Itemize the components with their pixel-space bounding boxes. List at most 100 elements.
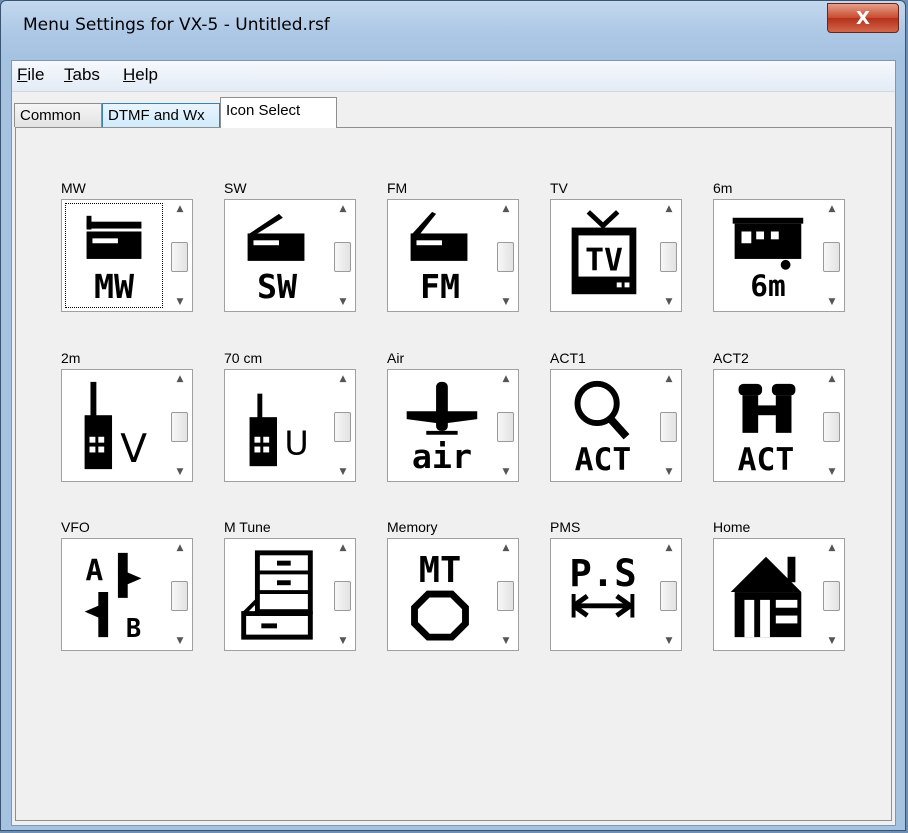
scrollbar[interactable]: ▲ ▼ [496,372,516,479]
scroll-thumb[interactable] [171,581,188,611]
memory-mt-icon[interactable]: MT [391,542,489,647]
scroll-thumb[interactable] [334,581,351,611]
scroll-down-icon[interactable]: ▼ [663,297,675,307]
tv-icon[interactable]: TV [554,203,652,308]
scroll-down-icon[interactable]: ▼ [500,467,512,477]
icon-spinner-act1[interactable]: ACT ▲ ▼ [550,369,682,482]
icon-spinner-sw[interactable]: SW ▲ ▼ [224,199,356,312]
icon-label-tv: TV [550,180,568,196]
radio-fm-icon[interactable]: FM [391,203,489,308]
icon-spinner-home[interactable]: ▲ ▼ [713,538,845,651]
scrollbar[interactable]: ▲ ▼ [170,372,190,479]
scroll-up-icon[interactable]: ▲ [500,543,512,553]
scrollbar[interactable]: ▲ ▼ [822,372,842,479]
scroll-up-icon[interactable]: ▲ [174,543,186,553]
scroll-down-icon[interactable]: ▼ [500,636,512,646]
scroll-up-icon[interactable]: ▲ [337,374,349,384]
handheld-v-icon[interactable]: V [65,373,163,478]
scrollbar[interactable]: ▲ ▼ [333,541,353,648]
scroll-down-icon[interactable]: ▼ [174,297,186,307]
scroll-up-icon[interactable]: ▲ [663,543,675,553]
scroll-thumb[interactable] [497,412,514,442]
icon-spinner-2m[interactable]: V ▲ ▼ [61,369,193,482]
binoculars-act-icon[interactable]: ACT [717,373,815,478]
scroll-up-icon[interactable]: ▲ [337,543,349,553]
radio-sw-icon[interactable]: SW [228,203,326,308]
icon-spinner-memory[interactable]: MT ▲ ▼ [387,538,519,651]
scroll-thumb[interactable] [334,242,351,272]
scroll-down-icon[interactable]: ▼ [500,297,512,307]
scrollbar[interactable]: ▲ ▼ [170,202,190,309]
scrollbar[interactable]: ▲ ▼ [333,202,353,309]
scroll-down-icon[interactable]: ▼ [663,467,675,477]
icon-spinner-air[interactable]: air ▲ ▼ [387,369,519,482]
radio-6m-icon[interactable]: 6m [717,203,815,308]
icon-spinner-70-cm[interactable]: U ▲ ▼ [224,369,356,482]
scroll-down-icon[interactable]: ▼ [826,467,838,477]
icon-spinner-act2[interactable]: ACT ▲ ▼ [713,369,845,482]
scroll-up-icon[interactable]: ▲ [174,374,186,384]
scroll-down-icon[interactable]: ▼ [337,636,349,646]
icon-spinner-m-tune[interactable]: ▲ ▼ [224,538,356,651]
scrollbar[interactable]: ▲ ▼ [822,541,842,648]
drawer-icon[interactable] [228,542,326,647]
tab-dtmf-and-wx[interactable]: DTMF and Wx [102,103,220,127]
vfo-ab-icon[interactable]: AB [65,542,163,647]
menu-help[interactable]: Help [123,65,158,85]
pms-icon[interactable]: P.S [554,542,652,647]
menu-tabs[interactable]: Tabs [64,65,100,85]
scrollbar[interactable]: ▲ ▼ [496,541,516,648]
scroll-down-icon[interactable]: ▼ [337,467,349,477]
scroll-up-icon[interactable]: ▲ [826,543,838,553]
scroll-thumb[interactable] [660,412,677,442]
scroll-thumb[interactable] [823,581,840,611]
svg-text:MW: MW [94,267,135,306]
scroll-down-icon[interactable]: ▼ [174,636,186,646]
scroll-down-icon[interactable]: ▼ [337,297,349,307]
scrollbar[interactable]: ▲ ▼ [822,202,842,309]
scroll-thumb[interactable] [171,242,188,272]
title-bar[interactable]: Menu Settings for VX-5 - Untitled.rsf X [1,1,905,57]
scroll-up-icon[interactable]: ▲ [826,374,838,384]
scroll-thumb[interactable] [171,412,188,442]
close-button[interactable]: X [827,3,899,33]
scrollbar[interactable]: ▲ ▼ [496,202,516,309]
magnifier-act-icon[interactable]: ACT [554,373,652,478]
scroll-up-icon[interactable]: ▲ [500,374,512,384]
scroll-up-icon[interactable]: ▲ [663,374,675,384]
tab-common[interactable]: Common [14,103,102,127]
scroll-thumb[interactable] [823,412,840,442]
house-icon[interactable] [717,542,815,647]
icon-spinner-pms[interactable]: P.S ▲ ▼ [550,538,682,651]
scroll-down-icon[interactable]: ▼ [663,636,675,646]
scroll-thumb[interactable] [660,242,677,272]
scroll-down-icon[interactable]: ▼ [174,467,186,477]
scroll-thumb[interactable] [823,242,840,272]
tab-icon-select[interactable]: Icon Select [220,97,337,128]
scroll-up-icon[interactable]: ▲ [500,204,512,214]
scroll-thumb[interactable] [334,412,351,442]
scrollbar[interactable]: ▲ ▼ [659,202,679,309]
icon-spinner-mw[interactable]: MW ▲ ▼ [61,199,193,312]
scroll-thumb[interactable] [660,581,677,611]
icon-spinner-fm[interactable]: FM ▲ ▼ [387,199,519,312]
scroll-up-icon[interactable]: ▲ [174,204,186,214]
handheld-u-icon[interactable]: U [228,373,326,478]
scroll-thumb[interactable] [497,242,514,272]
scrollbar[interactable]: ▲ ▼ [170,541,190,648]
menu-file[interactable]: File [17,65,44,85]
scrollbar[interactable]: ▲ ▼ [659,541,679,648]
scroll-thumb[interactable] [497,581,514,611]
scroll-up-icon[interactable]: ▲ [826,204,838,214]
scrollbar[interactable]: ▲ ▼ [659,372,679,479]
scroll-down-icon[interactable]: ▼ [826,636,838,646]
scroll-down-icon[interactable]: ▼ [826,297,838,307]
scroll-up-icon[interactable]: ▲ [337,204,349,214]
icon-spinner-6m[interactable]: 6m ▲ ▼ [713,199,845,312]
scrollbar[interactable]: ▲ ▼ [333,372,353,479]
icon-spinner-vfo[interactable]: A B ▲ ▼ [61,538,193,651]
radio-mw-icon[interactable]: MW [65,203,163,308]
airplane-icon[interactable]: air [391,373,489,478]
scroll-up-icon[interactable]: ▲ [663,204,675,214]
icon-spinner-tv[interactable]: TV ▲ ▼ [550,199,682,312]
